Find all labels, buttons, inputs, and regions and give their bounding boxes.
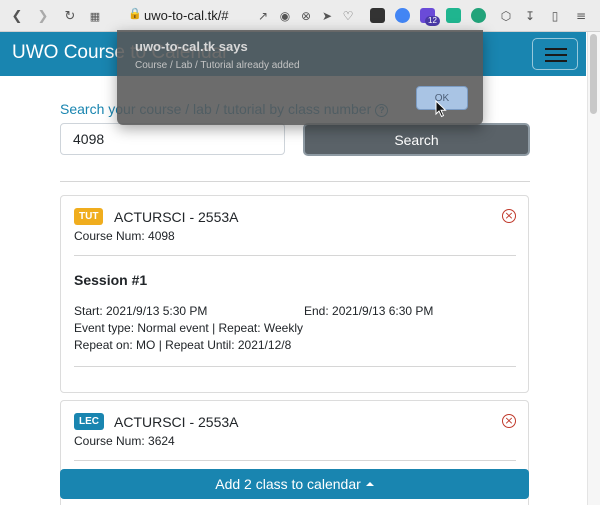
battery-icon[interactable]: ▯	[546, 7, 564, 25]
download-icon[interactable]: ↧	[521, 7, 539, 25]
dialog-message: Course / Lab / Tutorial already added	[135, 60, 300, 71]
mouse-cursor-icon	[435, 100, 447, 118]
caret-up-icon	[365, 482, 374, 486]
address-bar[interactable]: uwo-to-cal.tk/#	[144, 8, 229, 23]
course-num: Course Num: 4098	[74, 229, 175, 243]
card-divider	[74, 460, 516, 461]
menu-icon[interactable]: ≡	[572, 7, 590, 25]
reload-icon[interactable]: ↻	[61, 7, 79, 25]
course-card: TUT ACTURSCI - 2553A × Course Num: 4098 …	[60, 195, 529, 393]
browser-toolbar: ❮ ❯ ↻ ▦ 🔒 uwo-to-cal.tk/# ↗ ◉ ⊗ ➤ ♡ 12 ⬡…	[0, 0, 600, 32]
session-event-type: Event type: Normal event | Repeat: Weekl…	[74, 321, 304, 335]
extension-green-icon[interactable]	[471, 8, 486, 23]
session-start: Start: 2021/9/13 5:30 PM	[74, 304, 208, 318]
alert-dialog: uwo-to-cal.tk says Course / Lab / Tutori…	[117, 30, 483, 125]
code-icon[interactable]	[446, 8, 461, 23]
hamburger-line	[545, 48, 567, 50]
camera-icon[interactable]: ◉	[276, 7, 294, 25]
type-badge: LEC	[74, 413, 104, 430]
session-end: End: 2021/9/13 6:30 PM	[304, 304, 434, 318]
card-divider	[74, 366, 516, 367]
hamburger-menu-button[interactable]	[532, 38, 578, 70]
extension-badge: 12	[425, 16, 440, 26]
add-to-calendar-button[interactable]: Add 2 class to calendar	[60, 469, 529, 499]
card-divider	[74, 255, 516, 256]
remove-icon[interactable]: ×	[502, 414, 516, 428]
tab-grid-icon[interactable]: ▦	[86, 7, 104, 25]
qr-icon[interactable]	[370, 8, 385, 23]
block-icon[interactable]: ⊗	[297, 7, 315, 25]
divider	[60, 181, 530, 182]
session-title: Session #1	[74, 272, 148, 288]
search-button[interactable]: Search	[303, 123, 530, 156]
hamburger-line	[545, 54, 567, 56]
heart-icon[interactable]: ♡	[339, 7, 357, 25]
remove-icon[interactable]: ×	[502, 209, 516, 223]
course-title: ACTURSCI - 2553A	[114, 414, 239, 430]
dialog-title: uwo-to-cal.tk says	[135, 39, 248, 54]
course-num: Course Num: 3624	[74, 434, 175, 448]
search-input[interactable]	[60, 123, 285, 155]
back-icon[interactable]: ❮	[8, 7, 26, 25]
session-repeat: Repeat on: MO | Repeat Until: 2021/12/8	[74, 338, 292, 352]
add-to-calendar-label: Add 2 class to calendar	[215, 476, 361, 492]
share-icon[interactable]: ↗	[254, 7, 272, 25]
lock-icon: 🔒	[128, 8, 142, 20]
extension-blue-icon[interactable]	[395, 8, 410, 23]
cube-icon[interactable]: ⬡	[497, 7, 515, 25]
course-title: ACTURSCI - 2553A	[114, 209, 239, 225]
send-icon[interactable]: ➤	[318, 7, 336, 25]
scrollbar-thumb[interactable]	[590, 34, 597, 114]
type-badge: TUT	[74, 208, 104, 225]
hamburger-line	[545, 60, 567, 62]
forward-icon[interactable]: ❯	[34, 7, 52, 25]
